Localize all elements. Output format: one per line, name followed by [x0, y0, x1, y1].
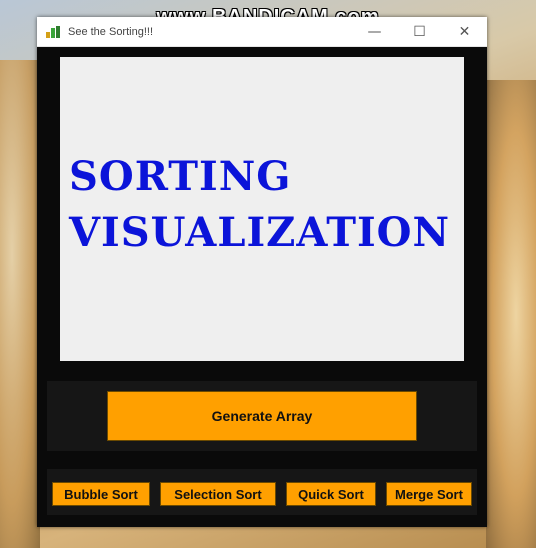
- title-bar[interactable]: See the Sorting!!! — ☐ ✕: [37, 17, 487, 47]
- minimize-button[interactable]: —: [352, 17, 397, 46]
- headline-line-1: SORTING: [69, 153, 292, 200]
- quick-sort-button[interactable]: Quick Sort: [286, 482, 376, 506]
- selection-sort-button[interactable]: Selection Sort: [160, 482, 276, 506]
- generate-panel: Generate Array: [47, 381, 477, 451]
- merge-sort-button[interactable]: Merge Sort: [386, 482, 472, 506]
- visualization-canvas: SORTING VISUALIZATION: [60, 57, 464, 361]
- headline-line-2: VISUALIZATION: [69, 209, 451, 256]
- generate-array-button[interactable]: Generate Array: [107, 391, 417, 441]
- close-icon: ✕: [458, 23, 471, 40]
- maximize-icon: ☐: [413, 23, 426, 40]
- sort-buttons-panel: Bubble Sort Selection Sort Quick Sort Me…: [47, 469, 477, 515]
- app-window: See the Sorting!!! — ☐ ✕ SORTING VISUALI…: [37, 17, 487, 527]
- maximize-button[interactable]: ☐: [397, 17, 442, 46]
- headline: SORTING VISUALIZATION: [69, 149, 450, 261]
- window-controls: — ☐ ✕: [352, 17, 487, 46]
- desktop-wallpaper-right: [486, 80, 536, 548]
- desktop-wallpaper-left: [0, 60, 40, 548]
- bubble-sort-button[interactable]: Bubble Sort: [52, 482, 150, 506]
- bar-chart-icon: [46, 25, 62, 38]
- window-title: See the Sorting!!!: [68, 25, 153, 38]
- close-button[interactable]: ✕: [442, 17, 487, 46]
- minimize-icon: —: [367, 23, 382, 40]
